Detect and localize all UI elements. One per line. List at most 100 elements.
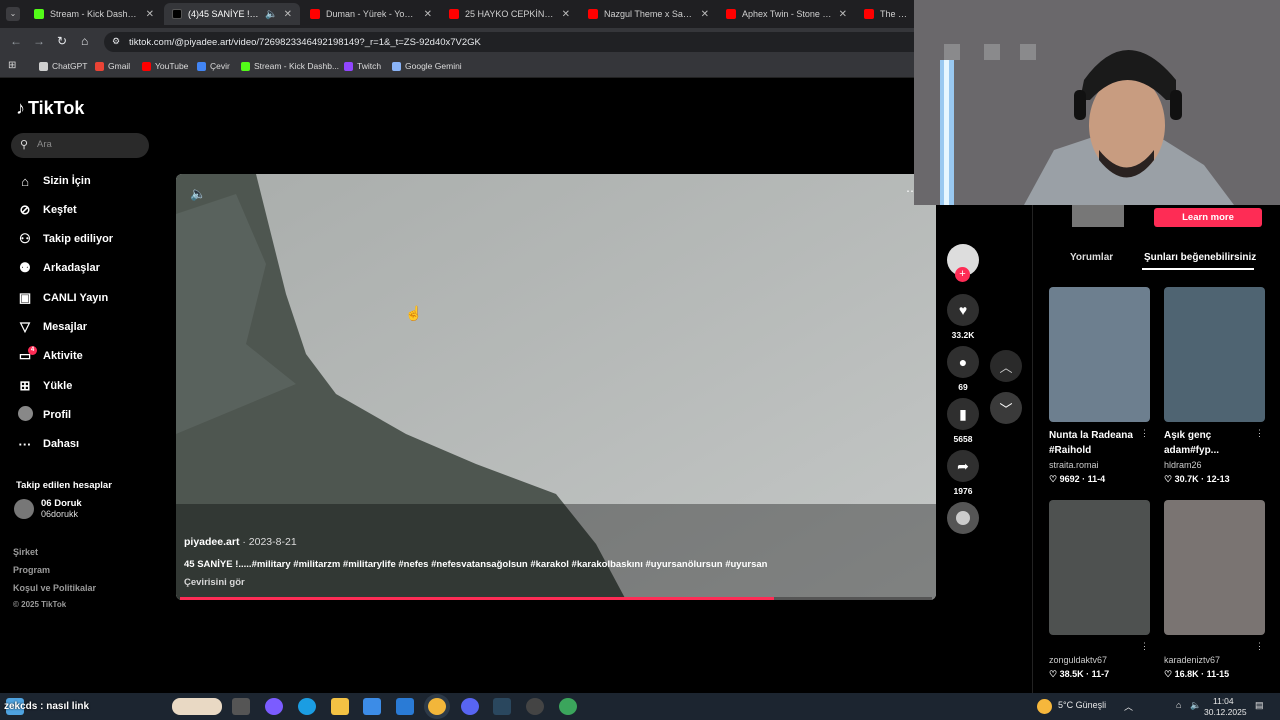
video-description: 45 SANİYE !.....#military #militarzm #mi… (184, 559, 768, 570)
search-input[interactable]: ⚲ Ara (11, 133, 149, 158)
site-info-icon[interactable]: ⚙ (112, 36, 120, 47)
tab-list-icon[interactable]: ⌄ (6, 7, 20, 21)
video-card-title[interactable]: Aşık genç adam#fyp... (1164, 428, 1249, 458)
audio-icon[interactable]: 🔈 (265, 9, 277, 20)
home-icon[interactable]: ⌂ (81, 34, 88, 48)
video-card-thumbnail[interactable] (1049, 500, 1150, 635)
url-field[interactable]: ⚙ tiktok.com/@piyadee.art/video/72698233… (104, 32, 924, 52)
browser-tab[interactable]: Duman - Yürek - YouTube ✕ (302, 3, 440, 25)
previous-video-button[interactable]: ︿ (990, 350, 1022, 382)
nav-item-live[interactable]: ▣ CANLI Yayın (16, 288, 108, 308)
reload-icon[interactable]: ↻ (57, 34, 67, 48)
close-icon[interactable]: ✕ (562, 9, 570, 20)
weather-text[interactable]: 5°C Güneşli (1058, 700, 1106, 710)
more-icon[interactable]: ⋮ (1140, 428, 1149, 439)
browser-tab-active[interactable]: (4)45 SANİYE ! . . . . . # 🔈 ✕ (164, 3, 300, 25)
clock-time[interactable]: 11:04 (1213, 696, 1234, 706)
browser-tab[interactable]: Nazgul Theme x Sauron T ✕ (580, 3, 717, 25)
video-author[interactable]: piyadee.art · 2023-8-21 (184, 536, 297, 548)
see-translation-link[interactable]: Çevirisini gör (184, 577, 245, 588)
more-icon[interactable]: ⋮ (1140, 641, 1149, 652)
video-card-title[interactable]: Nunta la Radeana #Raihold (1049, 428, 1149, 458)
browser-tab[interactable]: 25 HAYKO CEPKİN - DANS ✕ (441, 3, 578, 25)
steam-icon[interactable] (493, 698, 511, 715)
file-explorer-icon[interactable] (331, 698, 349, 715)
copilot-icon[interactable] (265, 698, 283, 715)
tiktok-logo[interactable]: ♪ TikTok (16, 98, 84, 119)
ad-thumbnail[interactable] (1072, 205, 1124, 227)
comment-button[interactable]: ● (947, 346, 979, 378)
nav-item-upload[interactable]: ⊞ Yükle (16, 376, 73, 396)
outlook-icon[interactable] (396, 698, 414, 715)
bookmark-chatgpt[interactable]: ChatGPT (39, 61, 87, 71)
video-card-user[interactable]: straita.romai (1049, 460, 1099, 470)
more-icon[interactable]: ⋮ (1255, 641, 1264, 652)
tab-you-may-like[interactable]: Şunları beğenebilirsiniz (1144, 252, 1256, 263)
followed-account[interactable]: 06 Doruk 06dorukk (14, 498, 82, 519)
footer-link-company[interactable]: Şirket (13, 547, 38, 557)
close-icon[interactable]: ✕ (146, 9, 154, 20)
tab-favicon-icon (172, 9, 182, 19)
next-video-button[interactable]: ﹀ (990, 392, 1022, 424)
apps-icon[interactable]: ⊞ (8, 60, 16, 71)
volume-icon[interactable]: 🔈 (190, 186, 206, 202)
nav-item-for-you[interactable]: ⌂ Sizin İçin (16, 171, 91, 191)
learn-more-button[interactable]: Learn more (1154, 208, 1262, 227)
tray-chevron-icon[interactable]: ︿ (1124, 700, 1133, 713)
video-progress-bar[interactable] (180, 597, 932, 600)
nav-item-friends[interactable]: ⚉ Arkadaşlar (16, 258, 100, 278)
video-card-thumbnail[interactable] (1049, 287, 1150, 422)
store-icon[interactable] (363, 698, 381, 715)
nav-item-more[interactable]: ··· Dahası (16, 434, 80, 454)
close-icon[interactable]: ✕ (701, 9, 709, 20)
chrome-icon[interactable] (428, 698, 446, 715)
video-card-user[interactable]: zonguldaktv67 (1049, 655, 1107, 665)
nav-item-following[interactable]: ⚇ Takip ediliyor (16, 229, 113, 249)
edge-icon[interactable] (298, 698, 316, 715)
forward-icon[interactable]: → (33, 34, 45, 48)
follow-plus-icon[interactable]: + (955, 267, 970, 282)
tab-comments[interactable]: Yorumlar (1070, 252, 1113, 263)
youtube-icon (142, 61, 151, 71)
video-card-user[interactable]: karadeniztv67 (1164, 655, 1220, 665)
nav-item-explore[interactable]: ⊘ Keşfet (16, 200, 77, 220)
bookmark-label: Stream - Kick Dashb... (254, 61, 340, 71)
bookmark-twitch[interactable]: Twitch (344, 61, 381, 71)
volume-tray-icon[interactable]: 🔈 (1190, 700, 1201, 711)
nav-item-messages[interactable]: ▽ Mesajlar (16, 317, 87, 337)
save-button[interactable]: ▮ (947, 398, 979, 430)
chrome-icon[interactable] (559, 698, 577, 715)
obs-icon[interactable] (526, 698, 544, 715)
nav-item-activity[interactable]: ▭ 4 Aktivite (16, 346, 83, 366)
bookmark-kick[interactable]: Stream - Kick Dashb... (241, 61, 339, 71)
footer-link-program[interactable]: Program (13, 565, 50, 575)
video-card-user[interactable]: hldram26 (1164, 460, 1202, 470)
task-view-icon[interactable] (232, 698, 250, 715)
back-icon[interactable]: ← (10, 34, 22, 48)
like-button[interactable]: ♥ (947, 294, 979, 326)
nav-item-profile[interactable]: Profil (16, 405, 71, 425)
widget-icon[interactable] (172, 698, 222, 715)
discord-icon[interactable] (461, 698, 479, 715)
creator-avatar[interactable]: + (947, 244, 979, 282)
browser-tab[interactable]: Stream - Kick Dashboard ✕ (26, 3, 162, 25)
share-button[interactable]: ➦ (947, 450, 979, 482)
bookmark-gmail[interactable]: Gmail (95, 61, 130, 71)
bookmark-translate[interactable]: Çevir (197, 61, 230, 71)
bookmark-youtube[interactable]: YouTube (142, 61, 188, 71)
notification-icon[interactable]: ▤ (1255, 700, 1264, 711)
footer-link-terms[interactable]: Koşul ve Politikalar (13, 583, 96, 593)
close-icon[interactable]: ✕ (284, 9, 292, 20)
browser-tab[interactable]: The Last S (856, 3, 918, 25)
video-card-thumbnail[interactable] (1164, 500, 1265, 635)
clock-date[interactable]: 30.12.2025 (1204, 707, 1247, 717)
more-icon[interactable]: ⋮ (1255, 428, 1264, 439)
bookmark-gemini[interactable]: Google Gemini (392, 61, 462, 71)
sound-disc[interactable] (947, 502, 979, 534)
close-icon[interactable]: ✕ (839, 9, 847, 20)
video-card-thumbnail[interactable] (1164, 287, 1265, 422)
network-icon[interactable]: ⌂ (1176, 700, 1181, 710)
browser-tab[interactable]: Aphex Twin - Stone In Foc ✕ (718, 3, 855, 25)
account-name: 06 Doruk (41, 498, 82, 509)
close-icon[interactable]: ✕ (424, 9, 432, 20)
